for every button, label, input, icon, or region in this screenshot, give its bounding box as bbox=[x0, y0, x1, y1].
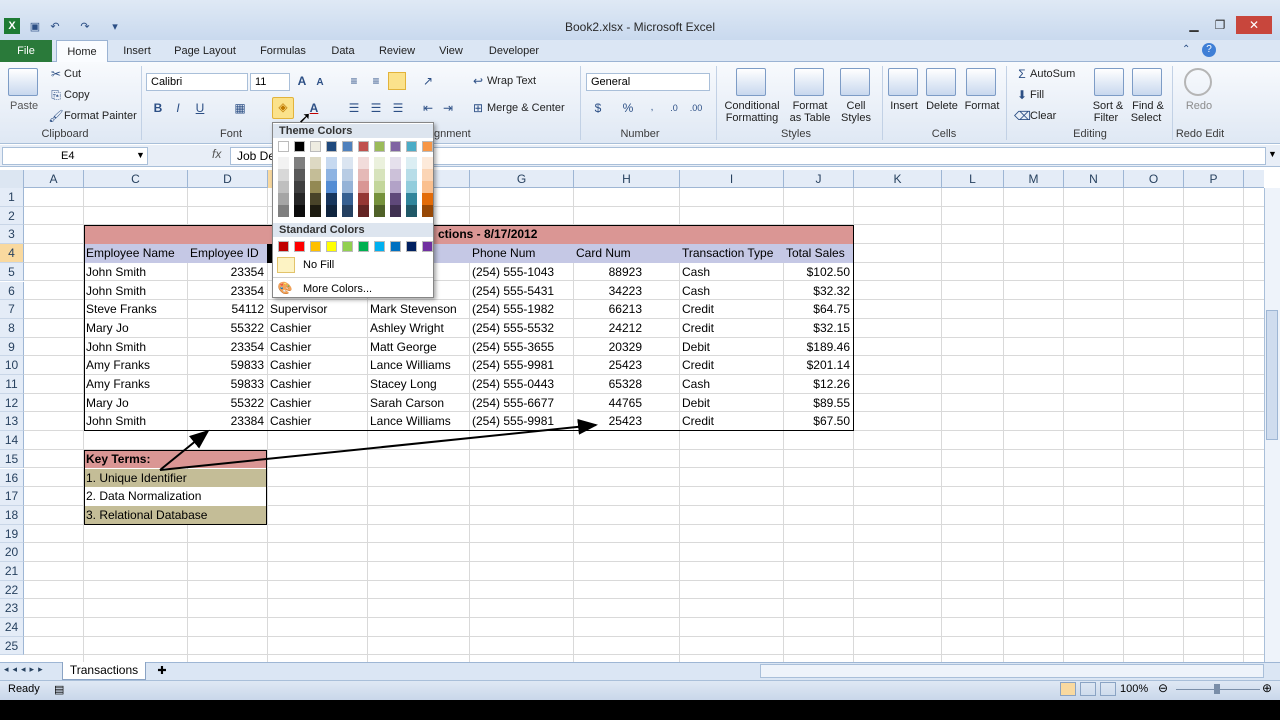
theme-shade-swatch[interactable] bbox=[294, 193, 305, 205]
theme-shade-swatch[interactable] bbox=[406, 205, 417, 217]
arrow-to-card-num bbox=[159, 418, 598, 471]
standard-color-swatch[interactable] bbox=[342, 241, 353, 252]
theme-shade-swatch[interactable] bbox=[406, 157, 417, 169]
macro-record-icon[interactable]: ▤ bbox=[54, 683, 64, 696]
standard-colors-header: Standard Colors bbox=[273, 223, 433, 237]
theme-shade-swatch[interactable] bbox=[342, 169, 353, 181]
theme-shade-swatch[interactable] bbox=[294, 205, 305, 217]
theme-shade-swatch[interactable] bbox=[374, 169, 385, 181]
menu-divider bbox=[273, 277, 433, 278]
theme-shade-swatch[interactable] bbox=[326, 157, 337, 169]
theme-shade-swatch[interactable] bbox=[422, 157, 433, 169]
theme-shade-swatch[interactable] bbox=[342, 181, 353, 193]
mouse-cursor-icon: ➚ bbox=[298, 110, 312, 127]
theme-color-swatch[interactable] bbox=[310, 141, 321, 152]
theme-shade-swatch[interactable] bbox=[310, 181, 321, 193]
page-layout-view-icon[interactable] bbox=[1080, 682, 1096, 696]
standard-color-swatch[interactable] bbox=[422, 241, 433, 252]
theme-color-swatch[interactable] bbox=[422, 141, 433, 152]
zoom-level[interactable]: 100% bbox=[1120, 683, 1148, 695]
vertical-scroll-thumb[interactable] bbox=[1266, 310, 1278, 440]
palette-icon: 🎨 bbox=[277, 281, 293, 295]
theme-shade-swatch[interactable] bbox=[358, 157, 369, 169]
standard-color-swatch[interactable] bbox=[358, 241, 369, 252]
theme-shade-swatch[interactable] bbox=[342, 205, 353, 217]
theme-shade-swatch[interactable] bbox=[294, 169, 305, 181]
theme-shade-swatch[interactable] bbox=[294, 181, 305, 193]
theme-shade-swatch[interactable] bbox=[294, 157, 305, 169]
theme-color-swatch[interactable] bbox=[406, 141, 417, 152]
more-colors-option[interactable]: More Colors... bbox=[303, 283, 372, 295]
theme-shade-swatch[interactable] bbox=[406, 169, 417, 181]
theme-colors-header: Theme Colors bbox=[273, 124, 433, 138]
standard-color-swatch[interactable] bbox=[278, 241, 289, 252]
theme-shade-swatch[interactable] bbox=[278, 205, 289, 217]
fill-color-dropdown: Theme Colors Standard Colors No Fill 🎨 M… bbox=[272, 122, 434, 298]
standard-color-swatch[interactable] bbox=[390, 241, 401, 252]
theme-shade-swatch[interactable] bbox=[310, 169, 321, 181]
theme-shade-swatch[interactable] bbox=[310, 205, 321, 217]
horizontal-scrollbar[interactable] bbox=[760, 664, 1264, 678]
theme-shade-swatch[interactable] bbox=[390, 205, 401, 217]
theme-shade-swatch[interactable] bbox=[326, 205, 337, 217]
theme-shade-swatch[interactable] bbox=[374, 193, 385, 205]
sheet-tab-transactions[interactable]: Transactions bbox=[62, 662, 146, 680]
theme-color-swatch[interactable] bbox=[326, 141, 337, 152]
standard-color-swatch[interactable] bbox=[310, 241, 321, 252]
theme-shade-swatch[interactable] bbox=[342, 193, 353, 205]
theme-color-swatch[interactable] bbox=[390, 141, 401, 152]
theme-shade-swatch[interactable] bbox=[278, 169, 289, 181]
theme-shade-swatch[interactable] bbox=[358, 205, 369, 217]
theme-shade-swatch[interactable] bbox=[278, 193, 289, 205]
zoom-slider-thumb[interactable] bbox=[1214, 684, 1220, 694]
theme-color-swatch[interactable] bbox=[374, 141, 385, 152]
bottom-border bbox=[0, 700, 1280, 720]
normal-view-icon[interactable] bbox=[1060, 682, 1076, 696]
no-fill-option[interactable]: No Fill bbox=[303, 259, 334, 271]
arrow-to-employee-id bbox=[159, 429, 210, 471]
standard-color-swatch[interactable] bbox=[326, 241, 337, 252]
theme-shade-swatch[interactable] bbox=[326, 193, 337, 205]
theme-shade-swatch[interactable] bbox=[326, 181, 337, 193]
theme-shade-swatch[interactable] bbox=[406, 181, 417, 193]
theme-shade-swatch[interactable] bbox=[422, 205, 433, 217]
theme-color-swatch[interactable] bbox=[294, 141, 305, 152]
theme-shade-swatch[interactable] bbox=[358, 193, 369, 205]
theme-shade-swatch[interactable] bbox=[278, 157, 289, 169]
page-break-view-icon[interactable] bbox=[1100, 682, 1116, 696]
theme-shade-swatch[interactable] bbox=[390, 193, 401, 205]
theme-shade-swatch[interactable] bbox=[374, 205, 385, 217]
theme-shade-swatch[interactable] bbox=[422, 169, 433, 181]
theme-shade-swatch[interactable] bbox=[406, 193, 417, 205]
standard-color-swatch[interactable] bbox=[294, 241, 305, 252]
zoom-in-icon[interactable]: ⊕ bbox=[1262, 681, 1272, 695]
annotation-arrows bbox=[159, 418, 598, 471]
theme-shade-swatch[interactable] bbox=[390, 169, 401, 181]
theme-shade-swatch[interactable] bbox=[390, 181, 401, 193]
theme-shade-swatch[interactable] bbox=[310, 157, 321, 169]
theme-shade-swatch[interactable] bbox=[422, 181, 433, 193]
theme-shade-swatch[interactable] bbox=[278, 181, 289, 193]
standard-color-swatch[interactable] bbox=[374, 241, 385, 252]
theme-color-swatch[interactable] bbox=[358, 141, 369, 152]
no-fill-icon bbox=[277, 257, 295, 273]
theme-shade-swatch[interactable] bbox=[390, 157, 401, 169]
theme-color-swatch[interactable] bbox=[342, 141, 353, 152]
insert-sheet-icon[interactable]: ✚ bbox=[152, 664, 172, 678]
theme-shade-swatch[interactable] bbox=[310, 193, 321, 205]
standard-color-swatch[interactable] bbox=[406, 241, 417, 252]
status-ready: Ready bbox=[8, 683, 40, 695]
theme-shade-swatch[interactable] bbox=[358, 181, 369, 193]
theme-shade-swatch[interactable] bbox=[374, 157, 385, 169]
theme-shade-swatch[interactable] bbox=[342, 157, 353, 169]
zoom-out-icon[interactable]: ⊖ bbox=[1158, 681, 1168, 695]
sheet-nav-arrows-icon[interactable]: ◂◂◂▸▸ bbox=[4, 664, 47, 675]
theme-shade-swatch[interactable] bbox=[374, 181, 385, 193]
theme-color-swatch[interactable] bbox=[278, 141, 289, 152]
theme-shade-swatch[interactable] bbox=[422, 193, 433, 205]
theme-shade-swatch[interactable] bbox=[326, 169, 337, 181]
theme-shade-swatch[interactable] bbox=[358, 169, 369, 181]
